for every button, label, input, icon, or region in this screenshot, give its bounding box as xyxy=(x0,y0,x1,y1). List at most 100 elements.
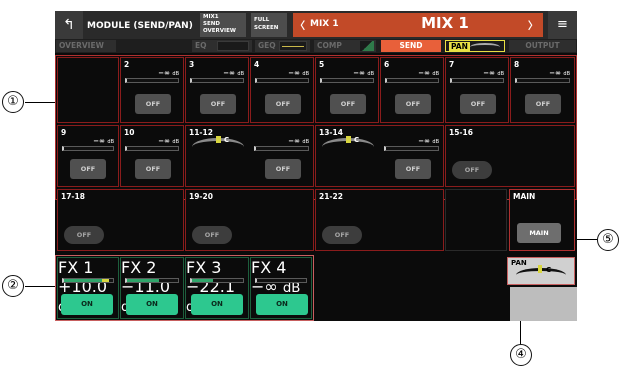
fx-on-button[interactable]: ON xyxy=(61,294,113,315)
send-on-button[interactable]: OFF xyxy=(135,159,171,179)
pan-label: PAN xyxy=(511,259,527,267)
fx-fader[interactable] xyxy=(62,278,114,283)
channel-name: 3 xyxy=(189,60,195,69)
fx-fader[interactable] xyxy=(125,278,179,283)
send-overview-button[interactable]: MIX1 SEND OVERVIEW xyxy=(200,13,246,37)
send-fader[interactable] xyxy=(384,146,439,151)
channel-name: 19-20 xyxy=(189,192,213,201)
tab-geq-label: GEQ xyxy=(258,41,276,50)
channel-name: 6 xyxy=(384,60,390,69)
send-fader[interactable] xyxy=(190,78,244,83)
fx-strip: FX 3 −22.1 dB ON xyxy=(185,257,249,319)
pan-box-lower xyxy=(510,287,577,321)
geq-thumbnail xyxy=(279,41,307,51)
send-on-button[interactable]: OFF xyxy=(395,94,431,114)
fx-on-button[interactable]: ON xyxy=(126,294,178,315)
fx-fader[interactable] xyxy=(255,278,307,283)
send-level: −∞ dB xyxy=(483,69,504,77)
fx-strip: FX 1 +10.0 dB ON xyxy=(57,257,119,319)
channel-name: 13-14 xyxy=(319,128,343,137)
next-mix-button[interactable]: 〉 xyxy=(528,17,538,32)
fx-on-button[interactable]: ON xyxy=(191,294,243,315)
fx-name: FX 1 xyxy=(58,258,94,277)
main-pan-box: PAN C xyxy=(507,257,575,285)
send-fader[interactable] xyxy=(515,78,570,83)
stereo-channel-strip: 19-20 OFF xyxy=(185,189,314,251)
channel-strip: 2 −∞ dB OFF xyxy=(120,57,184,123)
header-bar: ↰ MODULE (SEND/PAN) MIX1 SEND OVERVIEW F… xyxy=(55,11,577,39)
fx-on-button[interactable]: ON xyxy=(256,294,308,315)
fx-fader-fill xyxy=(127,279,159,282)
channel-strip: 5 −∞ dB OFF xyxy=(315,57,379,123)
tab-geq[interactable]: GEQ xyxy=(255,40,310,52)
send-fader[interactable] xyxy=(320,78,374,83)
full-screen-button[interactable]: FULL SCREEN xyxy=(251,13,287,37)
stereo-channel-strip: 21-22 OFF xyxy=(315,189,444,251)
channel-name: 9 xyxy=(61,128,67,137)
fx-strip: FX 2 −11.0 dB ON xyxy=(120,257,184,319)
main-strip: MAIN MAIN xyxy=(509,189,575,251)
main-pan-value: C xyxy=(546,266,552,274)
channel-name: 15-16 xyxy=(449,128,473,137)
send-on-button[interactable]: OFF xyxy=(460,94,496,114)
send-fader[interactable] xyxy=(125,146,179,151)
back-button[interactable]: ↰ xyxy=(55,11,83,39)
send-level: −∞ dB xyxy=(158,69,179,77)
send-level: −∞ dB xyxy=(223,69,244,77)
channel-name: 11-12 xyxy=(189,128,213,137)
send-on-button[interactable]: OFF xyxy=(64,226,104,244)
tab-eq-label: EQ xyxy=(195,41,207,50)
channel-1-empty xyxy=(57,57,119,123)
main-button[interactable]: MAIN xyxy=(517,223,561,243)
fx-fader-fill xyxy=(64,279,110,282)
tab-overview[interactable]: OVERVIEW xyxy=(56,40,116,52)
send-level: −∞ dB xyxy=(93,137,114,145)
send-on-button[interactable]: OFF xyxy=(330,94,366,114)
fx-name: FX 3 xyxy=(186,258,222,277)
pan-indicator xyxy=(216,136,221,143)
pan-value: C xyxy=(224,136,230,144)
send-level: −∞ dB xyxy=(549,69,570,77)
send-fader[interactable] xyxy=(255,78,309,83)
menu-button[interactable]: ≡ xyxy=(548,11,577,39)
fx-strip: FX 4 −∞ dB ON xyxy=(250,257,312,319)
eq-thumbnail xyxy=(217,41,249,51)
tab-output[interactable]: OUTPUT xyxy=(509,40,576,52)
send-on-button[interactable]: OFF xyxy=(135,94,171,114)
prev-mix-button[interactable]: 〈 xyxy=(295,17,305,32)
fx-fader[interactable] xyxy=(190,278,244,283)
send-level: −∞ dB xyxy=(288,137,309,145)
tab-eq[interactable]: EQ xyxy=(192,40,252,52)
send-on-button[interactable]: OFF xyxy=(70,159,106,179)
send-fader[interactable] xyxy=(62,146,114,151)
send-level: −∞ dB xyxy=(418,137,439,145)
callout-1-line xyxy=(25,102,55,103)
send-on-button[interactable]: OFF xyxy=(525,94,561,114)
empty-slot xyxy=(445,189,507,251)
pan-thumbnail xyxy=(470,43,500,51)
main-name: MAIN xyxy=(513,192,536,201)
send-on-button[interactable]: OFF xyxy=(200,94,236,114)
send-on-button[interactable]: OFF xyxy=(322,226,362,244)
send-level: −∞ dB xyxy=(353,69,374,77)
send-fader[interactable] xyxy=(125,78,179,83)
channel-name: 7 xyxy=(449,60,455,69)
channel-strip: 9 −∞ dB OFF xyxy=(57,125,119,187)
tab-comp[interactable]: COMP xyxy=(314,40,376,52)
stereo-channel-strip: 13-14 C −∞ dB OFF xyxy=(315,125,444,187)
send-on-button[interactable]: OFF xyxy=(452,161,492,179)
send-on-button[interactable]: OFF xyxy=(192,226,232,244)
channel-name: 2 xyxy=(124,60,130,69)
send-fader[interactable] xyxy=(385,78,439,83)
send-fader[interactable] xyxy=(254,146,309,151)
channel-name: 10 xyxy=(124,128,135,137)
channel-name: 17-18 xyxy=(61,192,85,201)
send-on-button[interactable]: OFF xyxy=(265,94,301,114)
send-on-button[interactable]: OFF xyxy=(265,159,301,179)
callout-2-line xyxy=(25,286,55,287)
module-screen: ↰ MODULE (SEND/PAN) MIX1 SEND OVERVIEW F… xyxy=(55,11,577,321)
tab-send[interactable]: SEND xyxy=(381,40,441,52)
send-on-button[interactable]: OFF xyxy=(395,159,431,179)
send-fader[interactable] xyxy=(450,78,504,83)
tab-pan[interactable]: PAN xyxy=(445,40,505,52)
